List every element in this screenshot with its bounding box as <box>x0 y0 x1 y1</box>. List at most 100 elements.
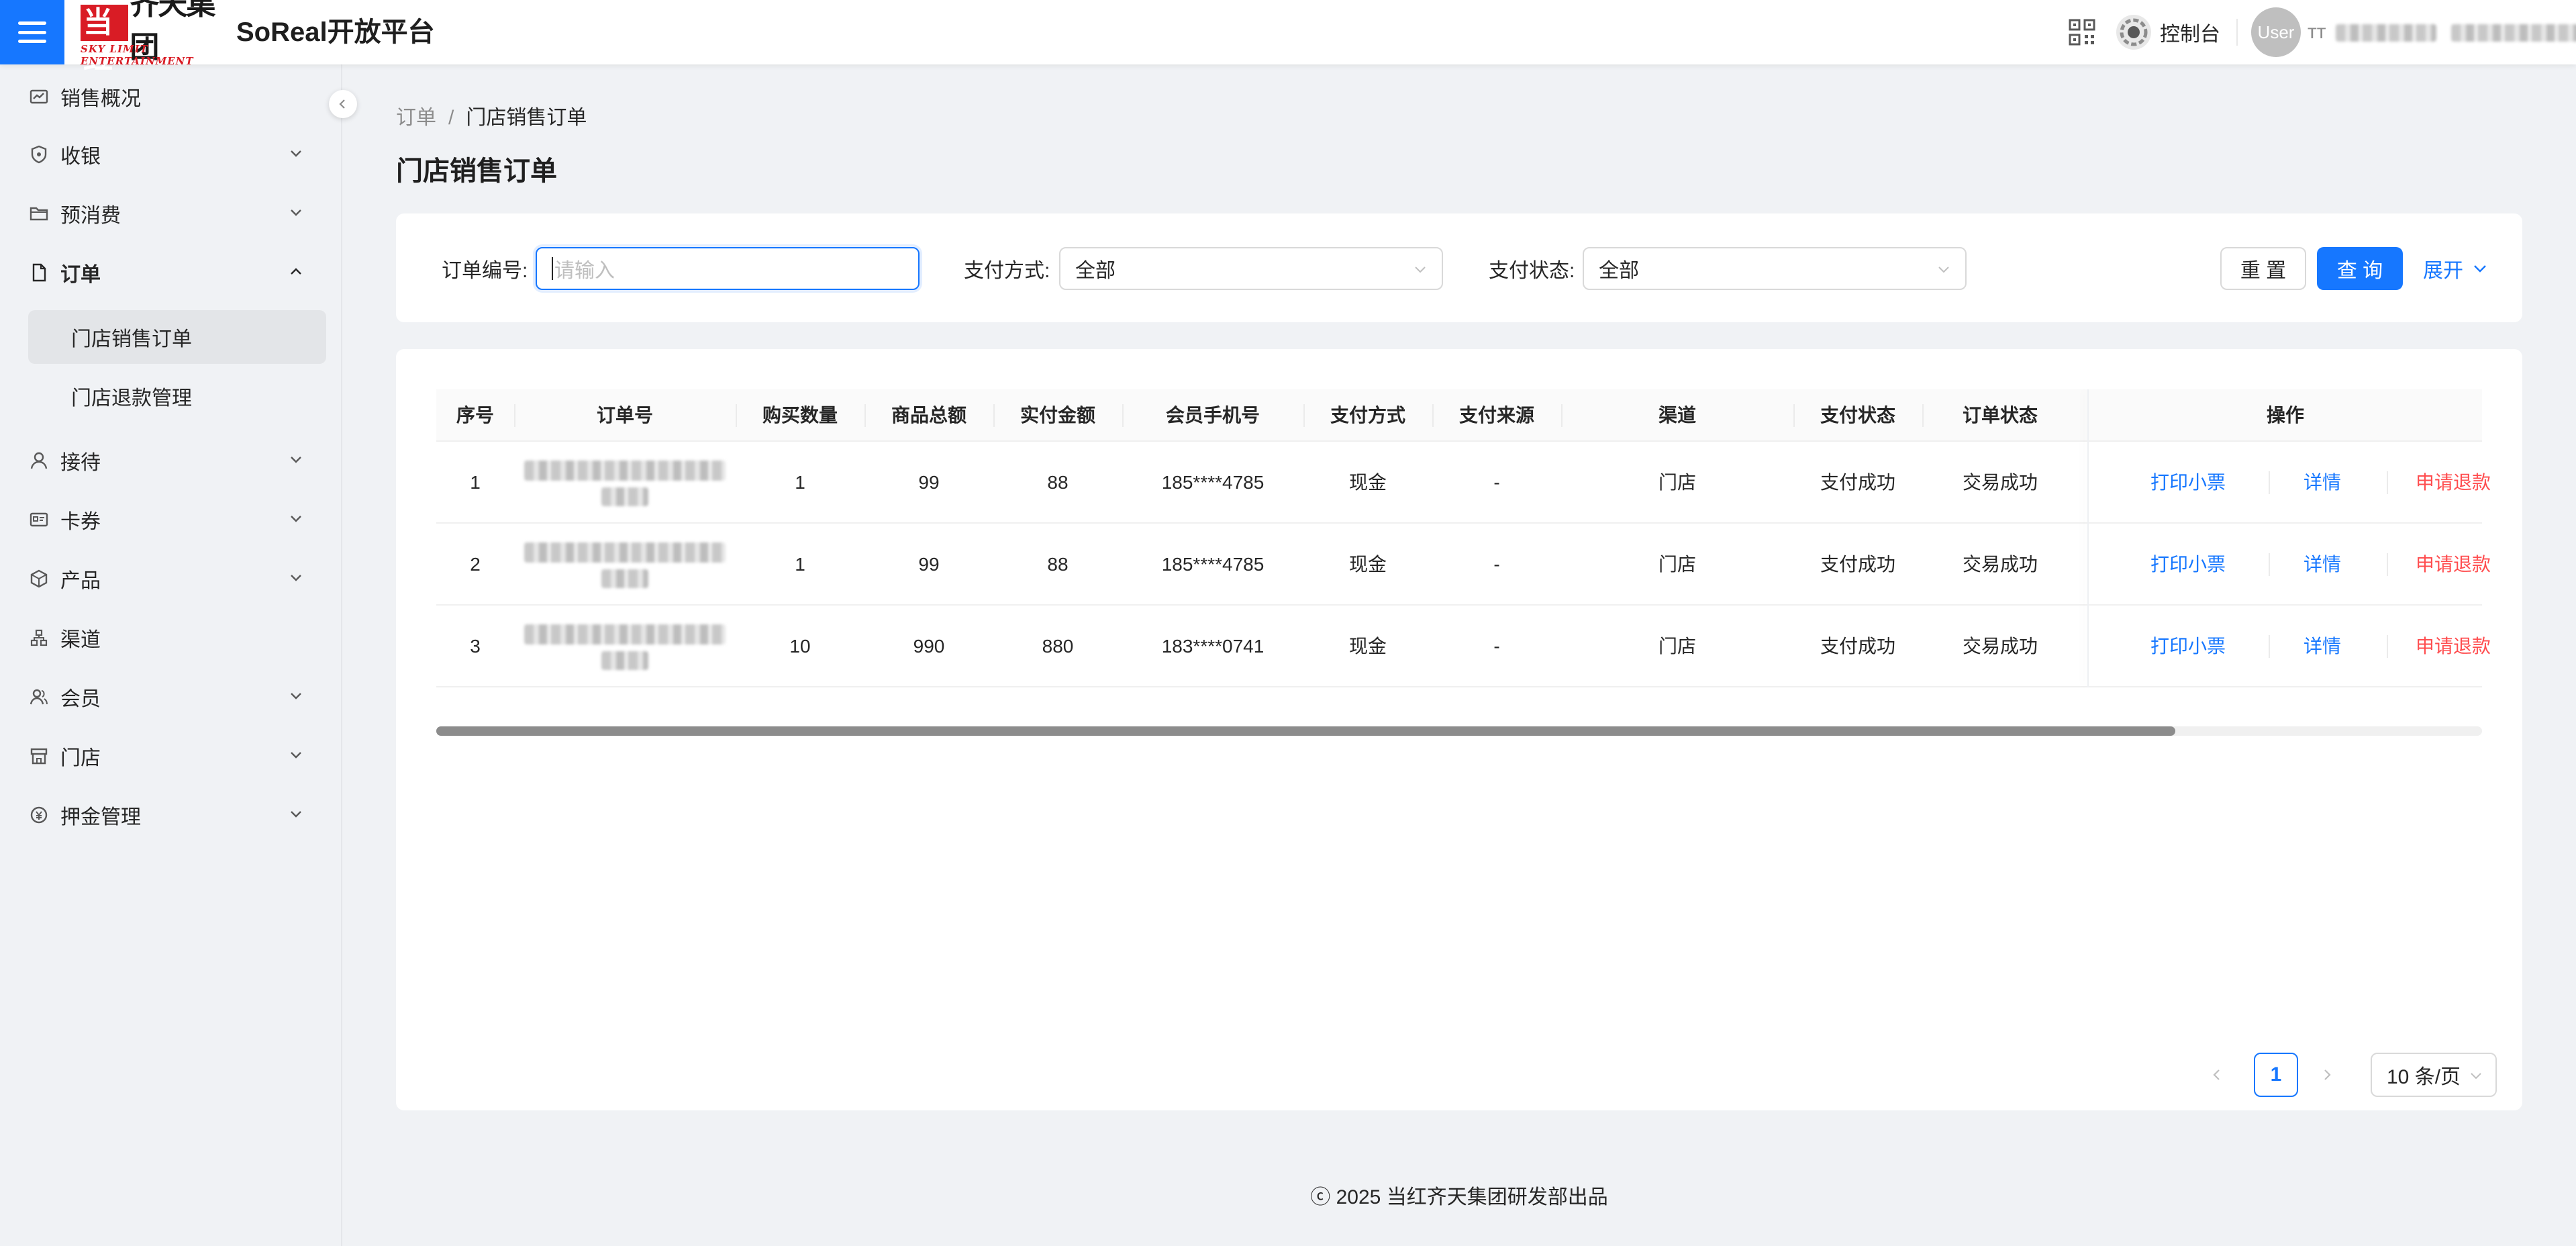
platform-title: SoReal开放平台 <box>236 17 435 47</box>
detail-link[interactable]: 详情 <box>2289 524 2356 606</box>
cluster-icon <box>28 627 50 649</box>
col-pay-method: 支付方式 <box>1330 405 1405 426</box>
sidebar-item-sales-overview[interactable]: 销售概况 <box>28 67 324 126</box>
page-1-button[interactable]: 1 <box>2254 1053 2298 1097</box>
pay-method-select[interactable]: 全部 <box>1059 247 1443 290</box>
chevron-down-icon <box>291 516 301 522</box>
table-row: 2 1 99 88 185****4785 现金 - 门店 支付成功 交易成功 … <box>436 524 2491 606</box>
hamburger-icon <box>18 21 46 43</box>
chevron-right-icon <box>2324 1069 2331 1080</box>
sidebar-item-store-refund-management[interactable]: 门店退款管理 <box>28 369 326 423</box>
chevron-down-icon <box>1938 267 1949 273</box>
sidebar-item-orders[interactable]: 订单 <box>28 243 324 302</box>
scrollbar-thumb[interactable] <box>436 726 2175 736</box>
table-row: 1 1 99 88 185****4785 现金 - 门店 支付成功 交易成功 … <box>436 442 2491 524</box>
dashboard-icon <box>28 86 50 107</box>
col-paid: 实付金额 <box>1020 405 1095 426</box>
chevron-up-icon <box>291 268 301 275</box>
pay-method-label: 支付方式: <box>964 260 1050 282</box>
breadcrumb: 订单 / 门店销售订单 <box>396 107 587 129</box>
table-header: 序号 订单号 购买数量 商品总额 实付金额 会员手机号 支付方式 支付来源 渠道… <box>436 389 2482 442</box>
page-title: 门店销售订单 <box>396 156 557 186</box>
sidebar-item-cashier[interactable]: 收银 <box>28 125 324 184</box>
filter-panel: 订单编号: 请输入 支付方式: 全部 支付状态: 全部 重 置 查 询 展开 <box>396 213 2522 322</box>
breadcrumb-current: 门店销售订单 <box>466 107 587 129</box>
next-page-button[interactable] <box>2305 1053 2349 1097</box>
chevron-down-icon <box>291 752 301 759</box>
col-actions: 操作 <box>2266 405 2304 426</box>
col-pay-status: 支付状态 <box>1820 405 1895 426</box>
horizontal-scrollbar[interactable] <box>436 726 2482 736</box>
sidebar-collapse-button[interactable] <box>329 90 357 118</box>
sidebar-item-coupons[interactable]: 卡券 <box>28 490 324 549</box>
sidebar-item-channels[interactable]: 渠道 <box>28 608 324 667</box>
sidebar-item-deposit-management[interactable]: 押金管理 <box>28 785 324 845</box>
chevron-down-icon <box>291 811 301 818</box>
header-divider <box>2236 19 2238 46</box>
sidebar-item-members[interactable]: 会员 <box>28 667 324 726</box>
user-icon <box>28 450 50 471</box>
refund-link[interactable]: 申请退款 <box>2396 524 2510 606</box>
sidebar-item-reception[interactable]: 接待 <box>28 431 324 490</box>
sidebar-item-products[interactable]: 产品 <box>28 549 324 608</box>
chevron-down-icon <box>291 575 301 581</box>
orders-table-panel: 序号 订单号 购买数量 商品总额 实付金额 会员手机号 支付方式 支付来源 渠道… <box>396 349 2522 1110</box>
col-index: 序号 <box>456 405 494 426</box>
console-link[interactable]: 控制台 <box>2160 17 2220 47</box>
menu-toggle-button[interactable] <box>0 0 64 64</box>
print-receipt-link[interactable]: 打印小票 <box>2128 442 2248 524</box>
footer-copyright: ⓒ 2025 当红齐天集团研发部出品 <box>1310 1186 1608 1208</box>
chevron-down-icon <box>291 209 301 216</box>
folder-icon <box>28 203 50 224</box>
team-icon <box>28 686 50 708</box>
col-phone: 会员手机号 <box>1165 405 1260 426</box>
chevron-down-icon <box>291 693 301 700</box>
col-order-no: 订单号 <box>596 405 653 426</box>
top-header: 当红 齐天集团 SKY LIMIT ENTERTAINMENT SoReal开放平… <box>0 0 2576 76</box>
page-size-select[interactable]: 10 条/页 <box>2371 1053 2497 1097</box>
chevron-down-icon <box>1415 267 1426 273</box>
shield-icon <box>28 144 50 165</box>
refund-link[interactable]: 申请退款 <box>2396 442 2510 524</box>
money-icon <box>28 804 50 826</box>
sidebar-item-pre-consume[interactable]: 预消费 <box>28 184 324 243</box>
col-qty: 购买数量 <box>762 405 838 426</box>
order-no-label: 订单编号: <box>442 260 528 282</box>
chevron-down-icon <box>2474 265 2486 273</box>
cube-icon <box>28 568 50 589</box>
console-icon[interactable] <box>2114 13 2153 52</box>
pay-status-select[interactable]: 全部 <box>1583 247 1967 290</box>
breadcrumb-parent[interactable]: 订单 <box>396 107 436 129</box>
avatar[interactable]: User <box>2251 7 2301 57</box>
sidebar-item-store-sales-orders[interactable]: 门店销售订单 <box>28 310 326 364</box>
detail-link[interactable]: 详情 <box>2289 606 2356 687</box>
print-receipt-link[interactable]: 打印小票 <box>2128 606 2248 687</box>
qrcode-icon[interactable] <box>2069 19 2095 46</box>
query-button[interactable]: 查 询 <box>2317 247 2403 290</box>
prev-page-button[interactable] <box>2195 1053 2239 1097</box>
chevron-down-icon <box>291 457 301 463</box>
card-icon <box>28 509 50 530</box>
order-no-redacted <box>514 457 736 510</box>
reset-button[interactable]: 重 置 <box>2220 247 2306 290</box>
refund-link[interactable]: 申请退款 <box>2396 606 2510 687</box>
print-receipt-link[interactable]: 打印小票 <box>2128 524 2248 606</box>
user-name[interactable]: тт <box>2308 19 2576 46</box>
sidebar-item-stores[interactable]: 门店 <box>28 726 324 785</box>
col-channel: 渠道 <box>1658 405 1696 426</box>
fixed-column-shadow <box>2087 389 2089 687</box>
pay-status-label: 支付状态: <box>1489 260 1575 282</box>
table-row: 3 10 990 880 183****0741 现金 - 门店 支付成功 交易… <box>436 606 2491 687</box>
chevron-left-icon <box>339 99 345 109</box>
detail-link[interactable]: 详情 <box>2289 442 2356 524</box>
order-no-input[interactable]: 请输入 <box>536 247 920 290</box>
order-no-redacted <box>514 538 736 592</box>
chevron-down-icon <box>2471 1073 2481 1080</box>
company-logo[interactable]: 当红 齐天集团 SKY LIMIT ENTERTAINMENT <box>81 0 215 76</box>
file-icon <box>28 262 50 283</box>
col-total: 商品总额 <box>891 405 967 426</box>
shop-icon <box>28 745 50 767</box>
chevron-left-icon <box>2213 1069 2220 1080</box>
expand-link[interactable]: 展开 <box>2423 254 2489 283</box>
order-no-redacted <box>514 620 736 674</box>
